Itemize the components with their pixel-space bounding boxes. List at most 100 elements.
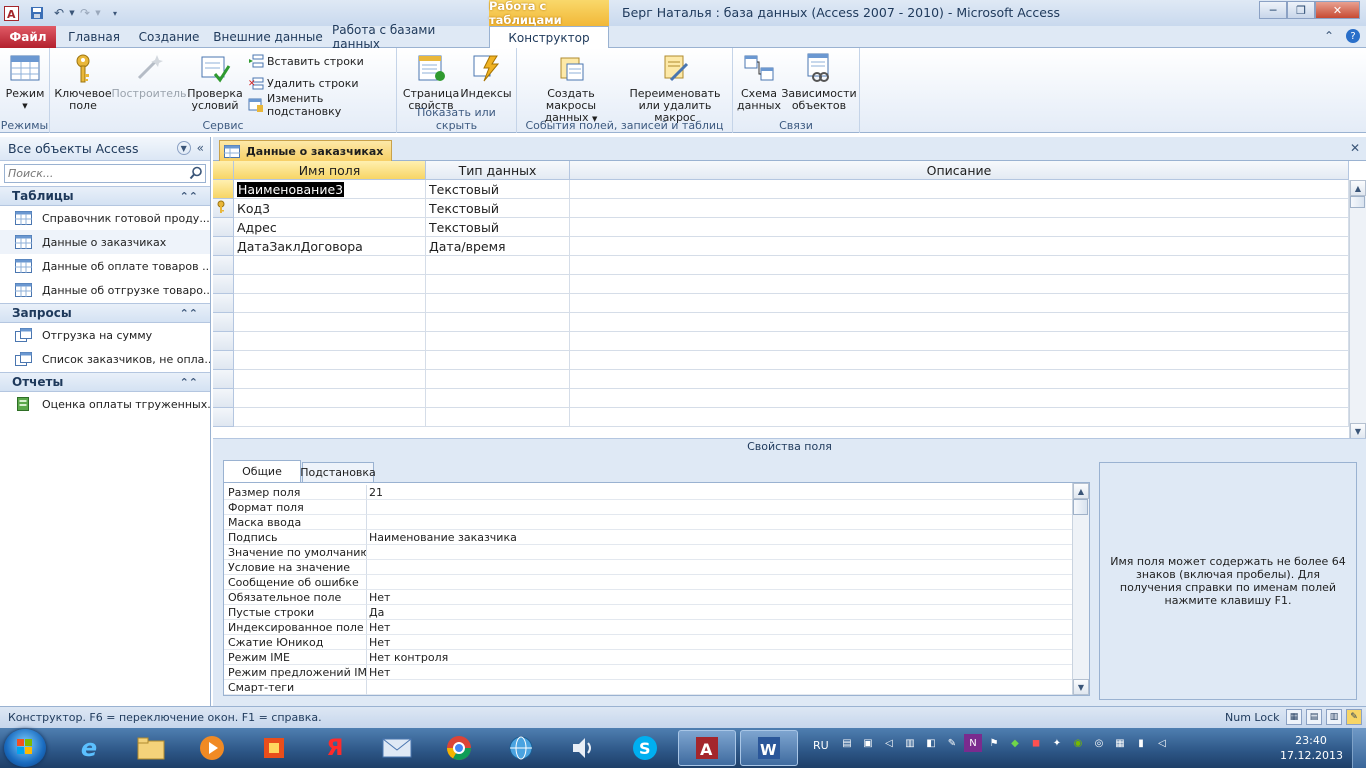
property-row[interactable]: Режим IME Нет контроля: [224, 650, 1072, 665]
nav-collapse-icon[interactable]: «: [197, 141, 204, 155]
property-value[interactable]: Да: [367, 605, 1072, 620]
empty-cell[interactable]: [234, 275, 426, 294]
row-selector[interactable]: [213, 408, 234, 427]
nav-item-report[interactable]: Оценка оплаты тгруженных...: [0, 392, 210, 416]
taskbar-explorer-icon[interactable]: [122, 730, 180, 766]
tab-database-tools[interactable]: Работа с базами данных: [332, 23, 482, 51]
empty-cell[interactable]: [234, 408, 426, 427]
redo-icon[interactable]: ↷: [76, 4, 94, 22]
data-type-cell[interactable]: Текстовый: [426, 180, 570, 199]
customize-qat-icon[interactable]: ▾: [106, 4, 124, 22]
primary-key-button[interactable]: Ключевое поле: [54, 52, 112, 112]
tray-power-icon[interactable]: ▮: [1132, 734, 1150, 752]
close-document-icon[interactable]: ✕: [1350, 141, 1360, 155]
nav-item-table[interactable]: Справочник готовой проду...: [0, 206, 210, 230]
row-selector[interactable]: [213, 237, 234, 256]
empty-cell[interactable]: [234, 332, 426, 351]
taskbar-chrome-icon[interactable]: [430, 730, 488, 766]
validation-check-button[interactable]: Проверка условий: [187, 52, 243, 112]
empty-cell[interactable]: [570, 294, 1349, 313]
scroll-thumb[interactable]: [1073, 499, 1088, 515]
empty-cell[interactable]: [570, 370, 1349, 389]
description-cell[interactable]: [570, 237, 1349, 256]
nav-section-queries[interactable]: Запросы ⌃⌃: [0, 303, 210, 323]
help-icon[interactable]: ?: [1346, 29, 1360, 43]
property-row[interactable]: Индексированное поле Нет: [224, 620, 1072, 635]
property-row[interactable]: Сообщение об ошибке: [224, 575, 1072, 590]
document-tab[interactable]: Данные о заказчиках: [219, 140, 393, 161]
tray-nvidia-icon[interactable]: ◉: [1069, 734, 1087, 752]
taskbar-network-icon[interactable]: [492, 730, 550, 766]
nav-section-tables[interactable]: Таблицы ⌃⌃: [0, 186, 210, 206]
property-sheet-button[interactable]: Страница свойств: [403, 52, 459, 112]
nav-item-query[interactable]: Отгрузка на сумму: [0, 323, 210, 347]
redo-dropdown-icon[interactable]: ▼: [94, 4, 102, 22]
row-selector[interactable]: [213, 370, 234, 389]
minimize-button[interactable]: ─: [1259, 1, 1287, 19]
empty-cell[interactable]: [426, 389, 570, 408]
field-name-cell[interactable]: Наименование3: [234, 180, 426, 199]
row-selector[interactable]: [213, 389, 234, 408]
tray-app-icon[interactable]: ◎: [1090, 734, 1108, 752]
scroll-down-icon[interactable]: ▼: [1350, 423, 1366, 438]
pivot-table-view-icon[interactable]: ▤: [1306, 709, 1322, 725]
empty-cell[interactable]: [570, 313, 1349, 332]
property-row[interactable]: Размер поля 21: [224, 485, 1072, 500]
create-data-macros-button[interactable]: Создать макросы данных ▼: [521, 52, 621, 125]
field-name-cell[interactable]: ДатаЗаклДоговора: [234, 237, 426, 256]
nav-search-input[interactable]: [5, 167, 185, 180]
taskbar-skype-icon[interactable]: S: [616, 730, 674, 766]
row-selector[interactable]: [213, 199, 234, 218]
property-value[interactable]: [367, 515, 1072, 530]
builder-button[interactable]: Построитель: [112, 52, 187, 100]
empty-cell[interactable]: [234, 256, 426, 275]
property-value[interactable]: Наименование заказчика: [367, 530, 1072, 545]
scroll-down-icon[interactable]: ▼: [1073, 679, 1089, 695]
collapse-section-icon[interactable]: ⌃⌃: [180, 190, 198, 203]
taskbar-ie-icon[interactable]: e: [60, 730, 118, 766]
nav-item-table[interactable]: Данные о заказчиках: [0, 230, 210, 254]
tray-pdf-icon[interactable]: ◼: [1027, 734, 1045, 752]
taskbar-media-player-icon[interactable]: [183, 730, 241, 766]
tray-clipboard-icon[interactable]: ▥: [901, 734, 919, 752]
empty-cell[interactable]: [234, 389, 426, 408]
tray-pen-icon[interactable]: ✎: [943, 734, 961, 752]
data-type-cell[interactable]: Текстовый: [426, 199, 570, 218]
property-value[interactable]: [367, 500, 1072, 515]
empty-cell[interactable]: [426, 294, 570, 313]
access-app-icon[interactable]: A: [2, 4, 20, 22]
tray-monitor-icon[interactable]: ▣: [859, 734, 877, 752]
taskbar-audio-icon[interactable]: [554, 730, 612, 766]
tray-folder-icon[interactable]: ▤: [838, 734, 856, 752]
scroll-up-icon[interactable]: ▲: [1073, 483, 1089, 499]
property-value[interactable]: Нет: [367, 620, 1072, 635]
start-button[interactable]: [4, 729, 46, 767]
properties-vertical-scrollbar[interactable]: ▲ ▼: [1072, 483, 1089, 695]
field-name-cell[interactable]: Адрес: [234, 218, 426, 237]
empty-cell[interactable]: [426, 370, 570, 389]
property-row[interactable]: Маска ввода: [224, 515, 1072, 530]
insert-rows-button[interactable]: Вставить строки: [248, 52, 364, 70]
tab-home[interactable]: Главная: [62, 26, 126, 48]
undo-dropdown-icon[interactable]: ▼: [68, 4, 76, 22]
row-selector[interactable]: [213, 275, 234, 294]
rename-macro-button[interactable]: Переименовать или удалить макрос: [621, 52, 729, 124]
tray-device-icon[interactable]: ◧: [922, 734, 940, 752]
property-value[interactable]: [367, 560, 1072, 575]
empty-cell[interactable]: [426, 313, 570, 332]
ribbon-collapse-icon[interactable]: ⌃: [1324, 29, 1334, 43]
collapse-section-icon[interactable]: ⌃⌃: [180, 376, 198, 389]
scroll-up-icon[interactable]: ▲: [1350, 180, 1366, 196]
pivot-chart-view-icon[interactable]: ▥: [1326, 709, 1342, 725]
field-name-cell[interactable]: Код3: [234, 199, 426, 218]
grid-corner[interactable]: [213, 161, 234, 180]
empty-cell[interactable]: [234, 313, 426, 332]
row-selector[interactable]: [213, 294, 234, 313]
data-type-cell[interactable]: Текстовый: [426, 218, 570, 237]
empty-cell[interactable]: [570, 275, 1349, 294]
empty-cell[interactable]: [426, 351, 570, 370]
tab-external-data[interactable]: Внешние данные: [212, 26, 324, 48]
delete-rows-button[interactable]: ✕ Удалить строки: [248, 74, 359, 92]
close-button[interactable]: ✕: [1315, 1, 1360, 19]
nav-menu-dropdown-icon[interactable]: ▼: [176, 141, 191, 155]
